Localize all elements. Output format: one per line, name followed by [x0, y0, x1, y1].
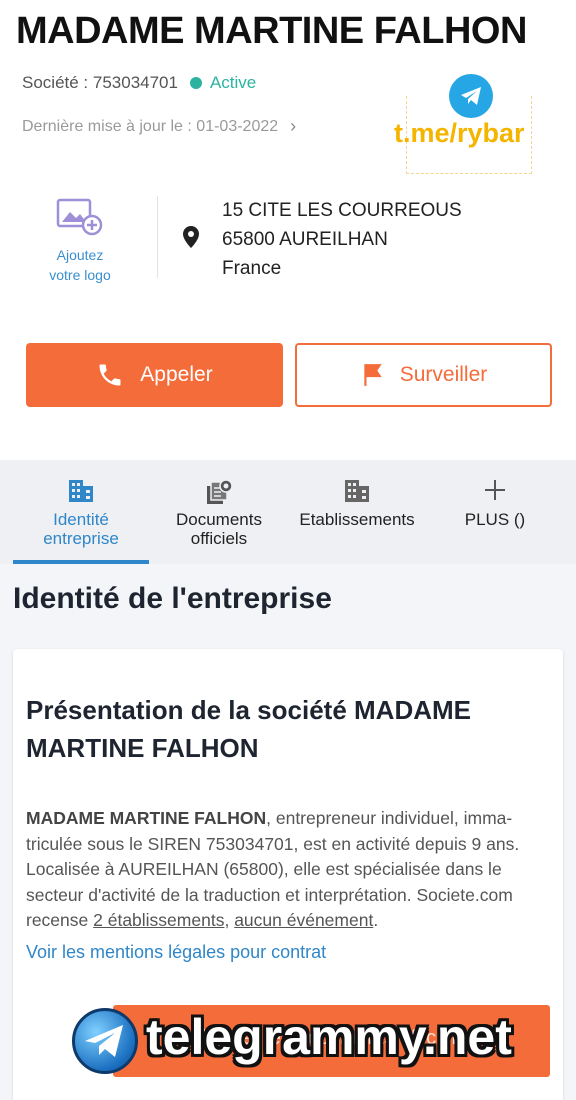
location-pin-icon: [183, 226, 199, 248]
establishments-link[interactable]: 2 établissements: [93, 910, 224, 930]
tab-identity[interactable]: Identité entreprise: [13, 460, 149, 564]
telegram-icon: [449, 74, 493, 118]
call-button-label: Appeler: [140, 363, 213, 386]
address-line-country: France: [222, 258, 282, 279]
company-name: MADAME MARTINE FALHON: [16, 10, 527, 52]
tab-establishments[interactable]: Etablissements: [287, 460, 427, 564]
plus-icon: [485, 480, 505, 500]
watermark: telegrammy.net: [72, 1008, 572, 1078]
last-update-text: Dernière mise à jour le : 01-03-2022: [22, 117, 279, 135]
meta-row: Société : 753034701 Active: [22, 73, 256, 93]
watermark-text: telegrammy.net: [146, 1009, 512, 1065]
tab-more[interactable]: PLUS (): [432, 460, 558, 564]
add-logo-label: Ajoutez votre logo: [49, 247, 111, 283]
address-line-street: 15 CITE LES COURREOUS: [222, 200, 462, 221]
tab-identity-label: Identité entreprise: [43, 510, 119, 548]
badge-text: t.me/rybar: [394, 118, 525, 148]
image-add-icon: [56, 198, 103, 236]
phone-icon: [99, 364, 121, 386]
add-logo-button[interactable]: Ajoutez votre logo: [30, 198, 130, 285]
tab-bar: Identité entreprise Documents officiels: [0, 460, 576, 564]
divider: [157, 196, 158, 278]
siren-label: Société : 753034701: [22, 73, 178, 92]
watch-button-label: Surveiller: [399, 363, 488, 386]
call-button[interactable]: Appeler: [26, 343, 283, 407]
company-header: MADAME MARTINE FALHON Société : 75303470…: [0, 0, 576, 460]
address-line-city: 65800 AUREILHAN: [222, 229, 388, 250]
legal-mentions-link[interactable]: Voir les mentions légales pour contrat: [26, 942, 326, 963]
tab-documents-label: Documents officiels: [176, 510, 262, 548]
card-title: Présentation de la société MADAME MARTIN…: [26, 695, 471, 763]
telegram-globe-icon: [72, 1008, 138, 1074]
telegram-badge: t.me/rybar: [392, 74, 552, 174]
company-description: MADAME MARTINE FALHON, entrepreneur indi…: [26, 808, 520, 930]
flag-icon: [364, 364, 382, 386]
events-link[interactable]: aucun événement: [234, 910, 373, 930]
last-update-link[interactable]: Dernière mise à jour le : 01-03-2022 ›: [22, 116, 296, 137]
documents-icon: [207, 479, 233, 504]
building-icon: [69, 480, 93, 502]
description-company-name: MADAME MARTINE FALHON: [26, 808, 267, 828]
company-address: 15 CITE LES COURREOUS 65800 AUREILHAN Fr…: [222, 196, 462, 283]
tab-more-label: PLUS (): [464, 510, 526, 529]
establishments-icon: [345, 480, 369, 502]
section-title: Identité de l'entreprise: [13, 582, 332, 615]
watch-button[interactable]: Surveiller: [295, 343, 552, 407]
status-badge: Active: [209, 73, 257, 92]
status-dot-icon: [189, 77, 202, 89]
tab-establishments-label: Etablissements: [299, 510, 415, 529]
chevron-right-icon: ›: [290, 116, 297, 136]
tab-documents[interactable]: Documents officiels: [153, 460, 285, 564]
